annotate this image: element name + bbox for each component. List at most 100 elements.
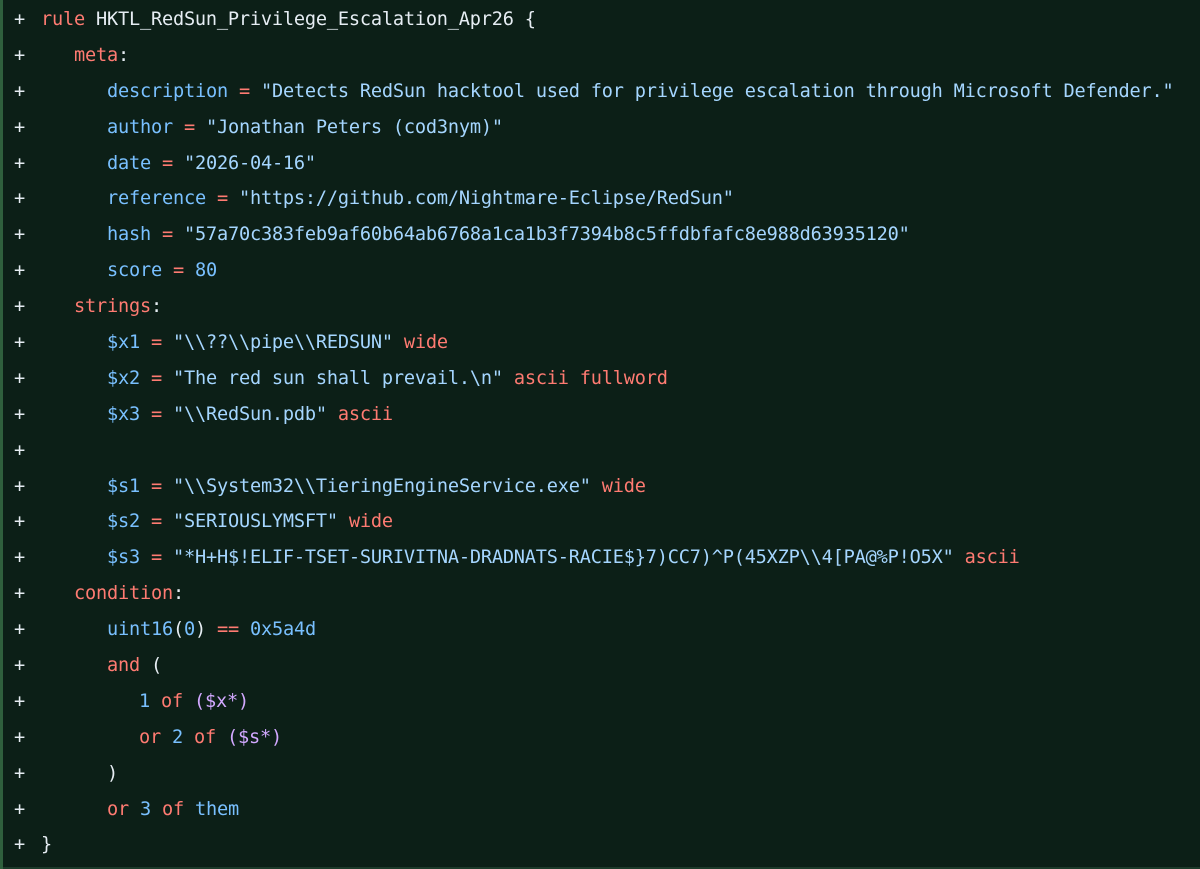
code-content: condition: — [74, 576, 184, 612]
count-number: 1 — [139, 690, 150, 712]
count-number: 3 — [140, 798, 151, 820]
assign-operator: = — [150, 403, 162, 425]
section-strings: strings — [74, 296, 151, 318]
code-content: 1 of ($x*) — [139, 684, 249, 720]
string-identifier: $x2 — [107, 367, 140, 389]
string-literal: "\\RedSun.pdb" — [172, 403, 327, 425]
diff-line: + uint16(0) == 0x5a4d — [3, 612, 1200, 648]
code-content: $s1 = "\\System32\\TieringEngineService.… — [107, 469, 646, 505]
diff-added-marker: + — [14, 834, 25, 856]
function-name: uint16 — [107, 619, 173, 641]
assign-operator: = — [150, 367, 162, 389]
and-keyword: and — [107, 655, 140, 677]
diff-added-marker: + — [14, 690, 25, 712]
diff-line: + rule HKTL_RedSun_Privilege_Escalation_… — [3, 2, 1200, 38]
code-content: strings: — [74, 289, 162, 325]
open-paren: ( — [150, 655, 162, 677]
code-content: or 2 of ($s*) — [139, 720, 282, 756]
assign-operator: = — [161, 152, 173, 174]
code-content: } — [41, 827, 52, 863]
diff-added-marker: + — [14, 80, 25, 102]
string-modifiers: ascii — [337, 403, 393, 425]
meta-value: "Detects RedSun hacktool used for privil… — [260, 80, 1174, 102]
diff-line: + $x3 = "\\RedSun.pdb" ascii — [3, 397, 1200, 433]
code-content: and ( — [107, 648, 162, 684]
assign-operator: = — [161, 224, 173, 246]
them-keyword: them — [195, 798, 239, 820]
equality-operator: == — [216, 619, 239, 641]
string-set: ($x*) — [194, 690, 249, 712]
meta-key: score — [107, 260, 162, 282]
count-number: 2 — [172, 726, 183, 748]
diff-added-marker: + — [14, 475, 25, 497]
meta-key: hash — [107, 224, 151, 246]
rule-name: HKTL_RedSun_Privilege_Escalation_Apr26 — [95, 9, 514, 30]
assign-operator: = — [238, 80, 250, 102]
diff-line: + $s1 = "\\System32\\TieringEngineServic… — [3, 469, 1200, 505]
assign-operator: = — [216, 188, 228, 210]
string-identifier: $x1 — [107, 332, 140, 354]
meta-value: "Jonathan Peters (cod3nym)" — [205, 116, 503, 138]
code-content: $s2 = "SERIOUSLYMSFT" wide — [107, 504, 393, 540]
diff-added-marker: + — [14, 44, 25, 66]
diff-added-marker: + — [14, 619, 25, 641]
string-set: ($s*) — [227, 726, 282, 748]
close-brace: } — [41, 834, 52, 856]
diff-added-marker: + — [14, 224, 25, 246]
diff-line-empty: + — [3, 433, 1200, 469]
section-meta: meta — [74, 44, 118, 66]
diff-line: + and ( — [3, 648, 1200, 684]
string-literal: "The red sun shall prevail.\n" — [172, 367, 503, 389]
open-brace: { — [524, 9, 536, 30]
or-keyword: or — [139, 726, 161, 748]
string-modifiers: wide — [601, 475, 646, 497]
string-literal: "\\System32\\TieringEngineService.exe" — [172, 475, 591, 497]
magic-number: 0x5a4d — [249, 619, 316, 641]
diff-line: + reference = "https://github.com/Nightm… — [3, 181, 1200, 217]
diff-added-marker: + — [14, 762, 25, 784]
code-content: $s3 = "*H+H$!ELIF-TSET-SURIVITNA-DRADNAT… — [107, 540, 1020, 576]
string-identifier: $s2 — [107, 511, 140, 533]
meta-key: reference — [107, 188, 206, 210]
diff-added-marker: + — [14, 798, 25, 820]
diff-line: + $x1 = "\\??\\pipe\\REDSUN" wide — [3, 325, 1200, 361]
section-colon: : — [117, 44, 129, 66]
diff-line: + or 3 of them — [3, 792, 1200, 828]
string-modifiers: ascii — [964, 547, 1020, 569]
diff-added-marker: + — [14, 583, 25, 605]
diff-added-marker: + — [14, 367, 25, 389]
section-condition: condition — [74, 583, 173, 605]
diff-line: + author = "Jonathan Peters (cod3nym)" — [3, 110, 1200, 146]
string-modifiers: ascii fullword — [513, 367, 668, 389]
code-content: score = 80 — [107, 253, 217, 289]
meta-key: author — [107, 116, 173, 138]
diff-added-marker: + — [14, 116, 25, 138]
diff-code-view: + rule HKTL_RedSun_Privilege_Escalation_… — [0, 0, 1200, 869]
string-literal: "*H+H$!ELIF-TSET-SURIVITNA-DRADNATS-RACI… — [172, 547, 954, 569]
meta-value: "https://github.com/Nightmare-Eclipse/Re… — [238, 188, 734, 210]
code-content: meta: — [74, 38, 129, 74]
diff-line: + 1 of ($x*) — [3, 684, 1200, 720]
assign-operator: = — [172, 260, 184, 282]
diff-line: + hash = "57a70c383feb9af60b64ab6768a1ca… — [3, 217, 1200, 253]
diff-line: + strings: — [3, 289, 1200, 325]
close-paren: ) — [107, 762, 118, 784]
meta-key: date — [107, 152, 151, 174]
diff-added-marker: + — [14, 547, 25, 569]
string-identifier: $s1 — [107, 475, 140, 497]
string-identifier: $x3 — [107, 403, 140, 425]
code-content: rule HKTL_RedSun_Privilege_Escalation_Ap… — [41, 2, 536, 38]
diff-added-marker: + — [14, 152, 25, 174]
section-colon: : — [172, 583, 184, 605]
code-content: $x2 = "The red sun shall prevail.\n" asc… — [107, 361, 668, 397]
code-content: hash = "57a70c383feb9af60b64ab6768a1ca1b… — [107, 217, 910, 253]
of-keyword: of — [162, 798, 184, 820]
diff-line: + $s3 = "*H+H$!ELIF-TSET-SURIVITNA-DRADN… — [3, 540, 1200, 576]
function-arg: 0 — [183, 619, 195, 641]
or-keyword: or — [107, 798, 129, 820]
diff-added-marker: + — [14, 403, 25, 425]
diff-added-marker: + — [14, 332, 25, 354]
code-content: $x3 = "\\RedSun.pdb" ascii — [107, 397, 393, 433]
code-content: description = "Detects RedSun hacktool u… — [107, 74, 1174, 110]
code-content: uint16(0) == 0x5a4d — [107, 612, 316, 648]
